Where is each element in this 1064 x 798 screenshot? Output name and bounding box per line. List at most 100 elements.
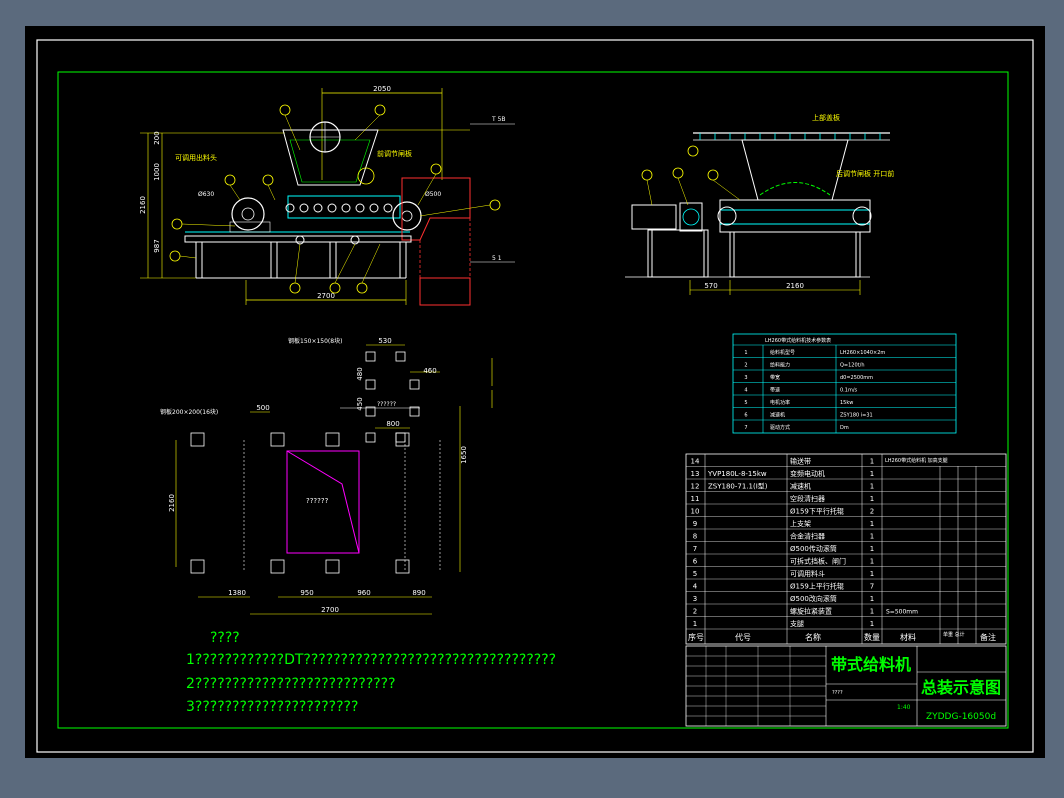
bom-cell-qty: 1	[870, 620, 874, 628]
callout-gate: 后调节闸板 开口前	[836, 169, 894, 178]
bom-cell-name: 可拆式挡板、闸门	[790, 557, 846, 566]
bom-cell-qty: 1	[870, 595, 874, 603]
bom-cell-qty: 2	[870, 508, 874, 516]
bom-h-weight: 单重 总计	[943, 631, 965, 638]
bom-cell-code: YVP180L-8-15kw	[707, 470, 767, 478]
dim-roller2: Ø500	[425, 191, 441, 198]
bom-cell-qty: 1	[870, 470, 874, 478]
bom-cell-no: 8	[693, 533, 697, 541]
bom-cell-no: 2	[693, 608, 697, 616]
callout-top: 上部盖板	[812, 113, 840, 122]
specs-cell-name: 给料能力	[770, 362, 790, 369]
bom-cell-name: 支腿	[790, 619, 804, 628]
bom-cell-no: 1	[693, 620, 697, 628]
specs-cell-no: 4	[744, 388, 747, 394]
drawing-canvas: 2050 2160 1000 200 987 T 5B Ø630 Ø500 5 …	[25, 26, 1045, 758]
specs-cell-value: LH260×1040×2m	[840, 350, 885, 356]
specs-cell-no: 1	[744, 350, 747, 356]
dim-890: 890	[412, 589, 425, 597]
bom-h-no: 序号	[688, 632, 704, 642]
specs-cell-name: 带速	[770, 388, 780, 394]
dim-roller: Ø630	[198, 191, 214, 198]
title-mark: ????	[832, 690, 843, 696]
bom-cell-qty: 7	[870, 583, 874, 591]
bom-cell-name: 减速机	[790, 482, 811, 491]
bom-cell-name: Ø500传动滚筒	[790, 544, 837, 553]
specs-cell-no: 7	[744, 425, 747, 431]
specs-cell-value: 0.1m/s	[840, 388, 858, 394]
callout-adjustable: 可调用出料头	[175, 153, 217, 162]
notes-line-3: 3??????????????????????	[186, 699, 358, 715]
bom-cell-qty: 1	[870, 483, 874, 491]
bom-h-qty: 数量	[864, 632, 880, 642]
bom-cell-name: 空段清扫器	[790, 494, 825, 503]
dim-450: 450	[356, 397, 364, 410]
bom-cell-qty: 1	[870, 570, 874, 578]
dim-left-upper: 1000	[153, 163, 161, 181]
notes-heading: ????	[210, 630, 240, 646]
dim-bottom: 2700	[317, 292, 335, 300]
opening-label: ??????	[306, 497, 329, 505]
bom-cell-name: 螺旋拉紧装置	[790, 607, 832, 616]
dim-1650: 1650	[460, 446, 468, 464]
bom-cell-no: 7	[693, 545, 697, 553]
bom-cell-name: Ø159上平行托辊	[790, 582, 844, 591]
bom-cell-no: 3	[693, 595, 697, 603]
bom-cell-no: 14	[691, 458, 700, 466]
bom-h-code: 代号	[735, 632, 751, 642]
bom-cell-no: 4	[693, 583, 698, 591]
bom-cell-no: 12	[691, 483, 700, 491]
drawing-title: 总装示意图	[921, 678, 1001, 697]
bom-cell-qty: 1	[870, 495, 874, 503]
dim-500: 500	[256, 404, 269, 412]
dim-left-top: 200	[153, 131, 161, 144]
specs-cell-name: 电机功率	[770, 399, 790, 406]
dim-left-lower: 987	[153, 239, 161, 252]
bom-cell-code: ZSY180-71.1(I型)	[708, 482, 768, 491]
bom-cell-name: Ø500改向滚筒	[790, 594, 837, 603]
specs-cell-name: 给料机型号	[770, 349, 795, 356]
dim-2700: 2700	[321, 606, 339, 614]
bom-h-remark: 备注	[980, 632, 996, 642]
notes-line-2: 2???????????????????????????	[186, 676, 396, 692]
bom-cell-name: 可调用料斗	[790, 569, 825, 578]
drawing-number: ZYDDG-16050d	[926, 712, 996, 722]
specs-cell-value: Q=120t/h	[840, 363, 864, 369]
dim-left-total: 2160	[139, 196, 147, 214]
bom-cell-name: Ø159下平行托辊	[790, 507, 844, 516]
bom-cell-no: 5	[693, 570, 697, 578]
specs-cell-name: 驱动方式	[770, 424, 790, 431]
dim-480: 480	[356, 367, 364, 380]
specs-cell-name: 带宽	[770, 374, 780, 381]
bom-cell-no: 13	[691, 470, 700, 478]
dim-1380: 1380	[228, 589, 246, 597]
dim-950: 950	[300, 589, 313, 597]
drawing-sheet	[25, 26, 1045, 758]
bom-header-right: LH260带式给料机 加高支腿	[885, 457, 948, 464]
bom-cell-remark: S=500mm	[886, 609, 918, 616]
bom-h-material: 材料	[900, 632, 916, 642]
cad-viewport[interactable]: 2050 2160 1000 200 987 T 5B Ø630 Ø500 5 …	[0, 0, 1064, 798]
small-label: ??????	[377, 401, 396, 408]
drawing-scale: 1:40	[897, 704, 911, 711]
specs-cell-value: Dm	[840, 425, 849, 431]
dim-top: 2050	[373, 85, 391, 93]
bom-cell-qty: 1	[870, 608, 874, 616]
dim-800: 800	[386, 420, 399, 428]
bom-cell-qty: 1	[870, 458, 874, 466]
label-bolt-small: 钢板150×150(8块)	[288, 337, 342, 345]
bom-cell-no: 9	[693, 520, 697, 528]
dim-460: 460	[423, 367, 436, 375]
level-bottom: 5 1	[492, 255, 502, 262]
bom-cell-name: 变频电动机	[790, 469, 825, 478]
bom-cell-name: 上支架	[790, 519, 811, 528]
notes-line-1: 1????????????DT?????????????????????????…	[186, 652, 556, 668]
specs-cell-no: 6	[744, 413, 747, 419]
bom-cell-qty: 1	[870, 533, 874, 541]
side-dim-right: 2160	[786, 282, 804, 290]
specs-cell-no: 2	[744, 363, 747, 369]
bom-cell-no: 10	[691, 508, 700, 516]
specs-cell-name: 减速机	[770, 412, 785, 419]
specs-cell-no: 3	[744, 375, 747, 381]
bom-cell-qty: 1	[870, 545, 874, 553]
